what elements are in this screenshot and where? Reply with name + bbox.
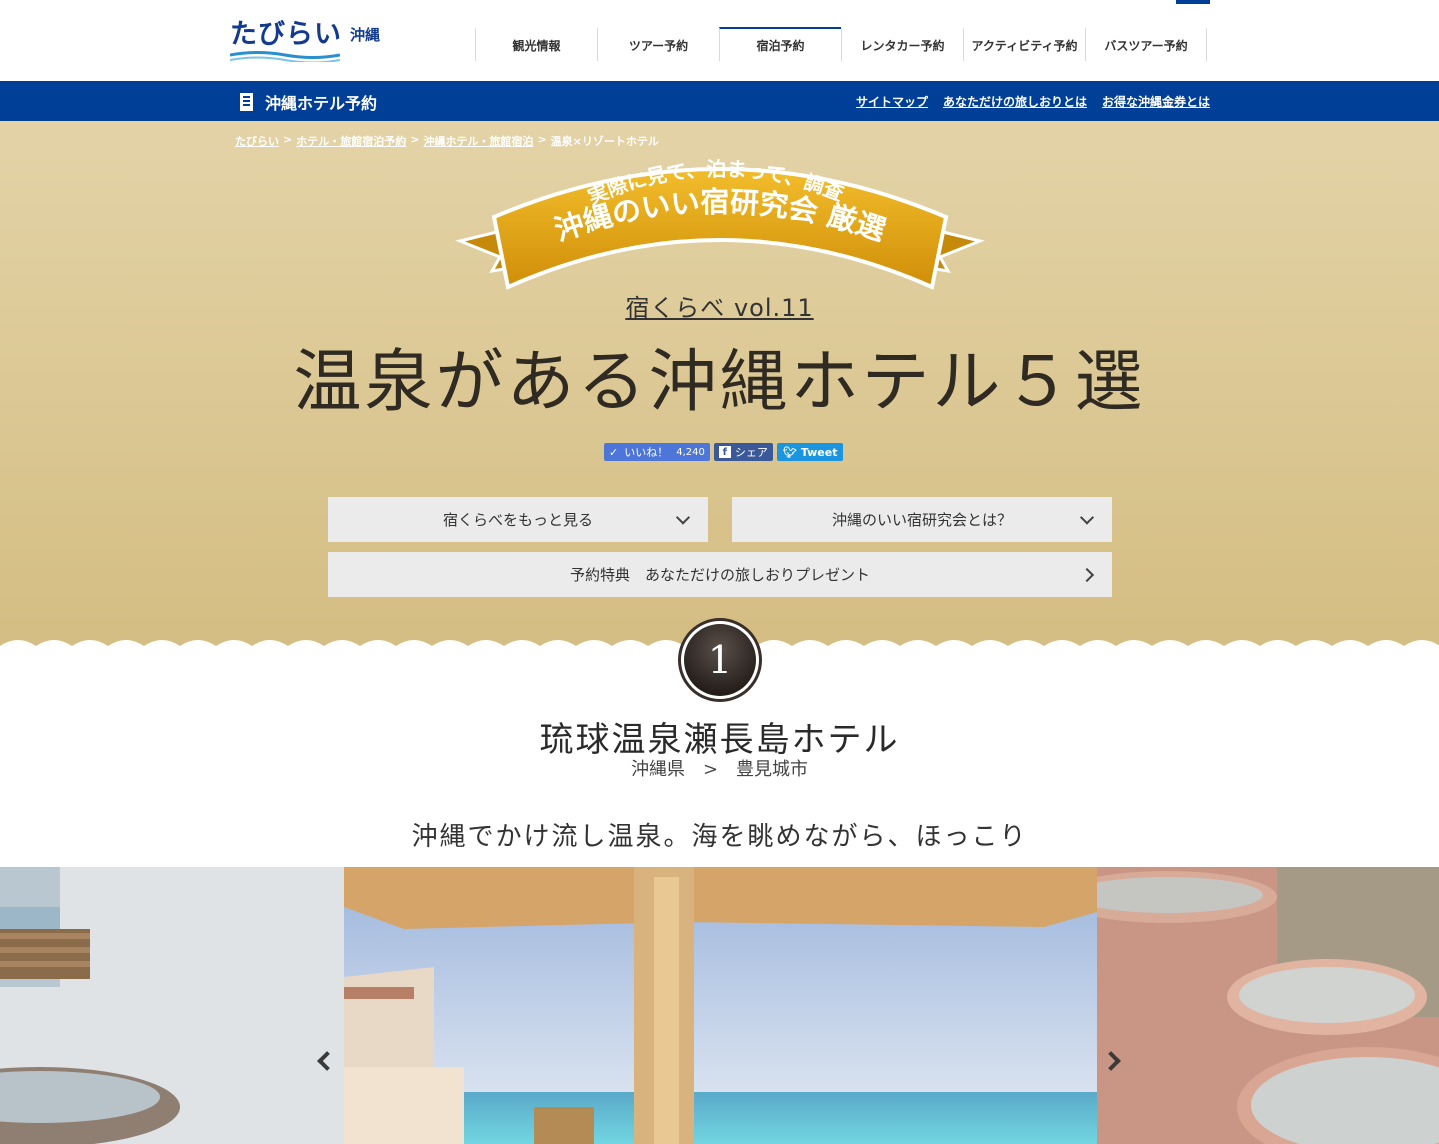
chevron-right-icon [1079, 567, 1095, 582]
rank-badge: 1 [678, 618, 762, 702]
site-logo[interactable]: たびらい 沖縄 [230, 12, 390, 64]
rank-number: 1 [684, 624, 756, 696]
hero-subtitle-text[interactable]: 宿くらべ vol.11 [625, 294, 813, 322]
breadcrumb-okinawa-hotels[interactable]: 沖縄ホテル・旅館宿泊 [423, 133, 533, 149]
logo-wave-icon [230, 51, 340, 62]
section-title-label: 沖縄ホテル予約 [265, 94, 378, 113]
vouchers-link[interactable]: お得な沖縄金券とは [1102, 93, 1210, 110]
logo-text: たびらい [230, 19, 342, 50]
hotel-catchcopy: 沖縄でかけ流し温泉。海を眺めながら、ほっこり [411, 822, 1028, 852]
travel-notes-link[interactable]: あなただけの旅しおりとは [943, 93, 1087, 110]
share-button[interactable]: f シェア [713, 443, 773, 461]
twitter-icon: 🐦︎ [782, 445, 797, 459]
chevron-down-icon [1079, 509, 1095, 525]
breadcrumb-hotels[interactable]: ホテル・旅館宿泊予約 [296, 133, 406, 149]
gnav-rentacar[interactable]: レンタカー予約 [841, 27, 963, 61]
chevron-down-icon [675, 509, 691, 525]
sitemap-link[interactable]: サイトマップ [856, 93, 928, 110]
gnav-tours[interactable]: ツアー予約 [597, 27, 719, 61]
photo-current[interactable] [344, 867, 1097, 1144]
ribbon-banner: 実際に見て、泊まって、調査! 沖縄のいい宿研究会 厳選 [450, 149, 985, 290]
section-bar: 沖縄ホテル予約 サイトマップ あなただけの旅しおりとは お得な沖縄金券とは [0, 81, 1439, 121]
photo-next[interactable] [1097, 867, 1439, 1144]
gnav-activities[interactable]: アクティビティ予約 [963, 27, 1085, 61]
like-label: いいね！ [624, 446, 669, 459]
global-nav: 観光情報 ツアー予約 宿泊予約 レンタカー予約 アクティビティ予約 バスツアー予… [475, 27, 1207, 61]
more-compare-label: 宿くらべをもっと見る [442, 511, 593, 529]
tweet-label: Tweet [800, 445, 838, 459]
gnav-hotels[interactable]: 宿泊予約 [719, 27, 841, 61]
gnav-sightseeing[interactable]: 観光情報 [475, 27, 597, 61]
photo-prev[interactable] [0, 867, 344, 1144]
breadcrumb-current: 温泉×リゾートホテル [550, 135, 659, 148]
social-buttons: ✓ いいね！ 4,240 f シェア 🐦︎ Tweet [604, 443, 844, 461]
hotel-location: 沖縄県 > 豊見城市 [630, 759, 809, 780]
breadcrumb-home[interactable]: たびらい [235, 133, 279, 149]
gnav-bustours[interactable]: バスツアー予約 [1085, 27, 1207, 61]
like-button[interactable]: ✓ いいね！ 4,240 [604, 443, 710, 461]
hero-subtitle: 宿くらべ vol.11 [0, 288, 1439, 323]
section-title[interactable]: 沖縄ホテル予約 [240, 90, 377, 114]
page-title: 温泉がある沖縄ホテル５選 [293, 343, 1146, 422]
building-icon [240, 93, 253, 111]
share-label: シェア [734, 446, 768, 459]
about-society-button[interactable]: 沖縄のいい宿研究会とは？ [732, 497, 1112, 542]
breadcrumb-separator: > [283, 133, 293, 146]
logo-region: 沖縄 [350, 26, 381, 44]
header-accent [1176, 0, 1210, 4]
benefit-button[interactable]: 予約特典 あなただけの旅しおりプレゼント [328, 552, 1112, 597]
like-count: 4,240 [676, 446, 705, 458]
benefit-label: 予約特典 あなただけの旅しおりプレゼント [569, 566, 870, 584]
hotel-name: 琉球温泉瀬長島ホテル [539, 720, 900, 760]
site-header: たびらい 沖縄 観光情報 ツアー予約 宿泊予約 レンタカー予約 アクティビティ予… [0, 0, 1439, 81]
hero: たびらい > ホテル・旅館宿泊予約 > 沖縄ホテル・旅館宿泊 > 温泉×リゾート… [0, 121, 1439, 656]
breadcrumb-separator: > [410, 133, 420, 146]
facebook-icon: f [718, 446, 731, 458]
breadcrumb: たびらい > ホテル・旅館宿泊予約 > 沖縄ホテル・旅館宿泊 > 温泉×リゾート… [235, 133, 659, 149]
about-society-label: 沖縄のいい宿研究会とは？ [831, 511, 1012, 529]
section-links: サイトマップ あなただけの旅しおりとは お得な沖縄金券とは [856, 93, 1210, 110]
tweet-button[interactable]: 🐦︎ Tweet [776, 443, 844, 461]
photo-carousel [0, 867, 1439, 1144]
breadcrumb-separator: > [537, 133, 547, 146]
more-compare-button[interactable]: 宿くらべをもっと見る [328, 497, 708, 542]
check-icon: ✓ [609, 445, 619, 459]
